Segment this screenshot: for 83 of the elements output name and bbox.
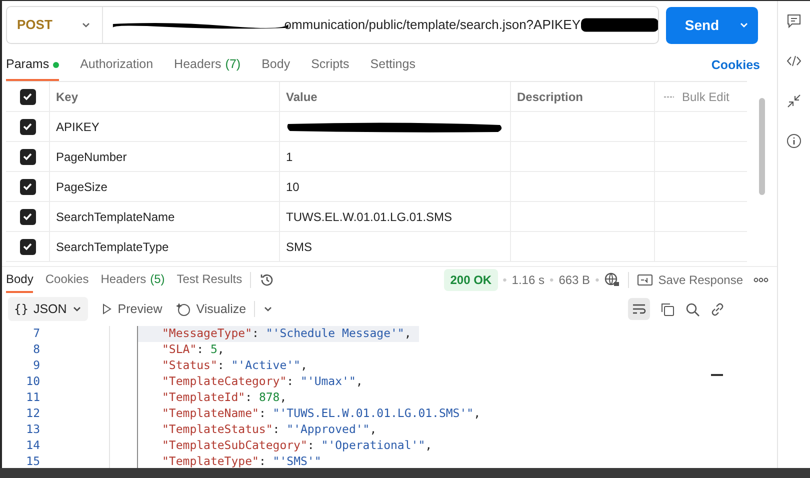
checkbox[interactable] (20, 208, 36, 224)
request-tab[interactable]: Settings (370, 55, 416, 81)
code-line: "TemplateId": 878, (161, 390, 288, 406)
caret-icon[interactable] (263, 304, 274, 314)
history-icon[interactable] (259, 272, 276, 288)
param-value: SMS (286, 238, 312, 256)
checkbox[interactable] (20, 238, 36, 254)
caret-icon (72, 304, 82, 314)
check-icon (22, 121, 33, 132)
param-value: 10 (286, 178, 300, 196)
check-icon (22, 91, 33, 102)
param-key: PageNumber (56, 148, 127, 166)
check-icon (22, 241, 33, 252)
status-badge: 200 OK (444, 268, 498, 290)
param-value: 1 (286, 148, 293, 166)
checkbox[interactable] (20, 178, 36, 194)
collapse-icon[interactable] (786, 93, 802, 109)
line-number: 7 (32, 326, 41, 342)
separator-dot: • (550, 272, 554, 288)
column-header: Key (56, 88, 78, 106)
wrap-icon (632, 303, 646, 315)
param-value: TUWS.EL.W.01.01.LG.01.SMS (286, 208, 452, 226)
line-number: 11 (25, 389, 41, 406)
code-line: "TemplateName": "'TUWS.EL.W.01.01.LG.01.SMS'", (161, 406, 482, 422)
request-tab[interactable]: Scripts (311, 55, 350, 81)
wrap-lines-button[interactable] (628, 298, 650, 320)
checkbox[interactable] (20, 148, 36, 164)
separator-dot: • (595, 272, 600, 288)
line-number: 14 (25, 437, 41, 454)
line-number: 15 (25, 453, 41, 468)
response-tab[interactable]: Body (6, 266, 34, 292)
comment-icon[interactable] (786, 13, 802, 29)
more-icon[interactable] (753, 276, 769, 282)
param-key: APIKEY (56, 118, 100, 136)
check-icon (22, 211, 33, 222)
param-key: PageSize (56, 178, 108, 196)
response-size: 663 B (558, 272, 590, 288)
preview-button[interactable]: Preview (102, 300, 162, 318)
check-icon (22, 151, 33, 162)
code-line: "Status": "'Active'", (161, 358, 308, 374)
globe-lock-icon[interactable] (604, 272, 620, 288)
scrollbar[interactable] (759, 98, 765, 195)
code-line: "SLA": 5, (161, 342, 226, 358)
play-icon (102, 303, 112, 315)
check-icon (22, 181, 33, 192)
line-number: 12 (25, 405, 41, 422)
save-icon (637, 274, 654, 286)
format-dropdown[interactable]: {} JSON (8, 297, 88, 321)
code-line: "TemplateType": "'SMS'" (161, 454, 322, 468)
line-number: 10 (25, 373, 41, 390)
column-header: Value (286, 88, 318, 106)
response-time: 1.16 s (512, 272, 544, 288)
code-line: "TemplateCategory": "'Umax'", (161, 374, 364, 390)
visualize-button[interactable]: Visualize (176, 300, 246, 318)
request-tab[interactable]: Params (6, 55, 60, 81)
line-number: 9 (32, 357, 41, 374)
column-header: Description (517, 88, 584, 106)
copy-icon[interactable] (660, 302, 675, 316)
checkbox[interactable] (20, 118, 36, 134)
line-number: 13 (25, 421, 41, 438)
code-line: "TemplateStatus": "'Approved'", (161, 422, 378, 438)
cookies-link[interactable]: Cookies (711, 56, 760, 75)
dashes-icon (664, 94, 674, 98)
save-response-button[interactable]: Save Response (637, 270, 743, 288)
send-button[interactable]: Send (666, 6, 758, 44)
checkbox[interactable] (20, 88, 36, 104)
param-key: SearchTemplateName (56, 208, 175, 226)
bulk-edit-button[interactable]: Bulk Edit (664, 88, 730, 106)
response-tab[interactable]: Test Results (176, 266, 242, 292)
code-line: "TemplateSubCategory": "'Operational'", (161, 438, 434, 454)
link-icon[interactable] (710, 302, 725, 316)
code-icon[interactable] (786, 53, 802, 69)
line-number: 8 (32, 341, 41, 358)
request-tab[interactable]: Authorization (80, 55, 154, 81)
request-tab[interactable]: Body (262, 55, 290, 81)
response-tab[interactable]: Headers (5) (100, 266, 165, 292)
sparkle-icon (176, 302, 192, 316)
search-icon[interactable] (685, 302, 700, 316)
response-tab[interactable]: Cookies (45, 266, 89, 292)
info-icon[interactable] (786, 133, 802, 149)
separator-dot: • (502, 272, 507, 288)
request-tab[interactable]: Headers (7) (174, 55, 241, 81)
param-key: SearchTemplateType (56, 238, 169, 256)
